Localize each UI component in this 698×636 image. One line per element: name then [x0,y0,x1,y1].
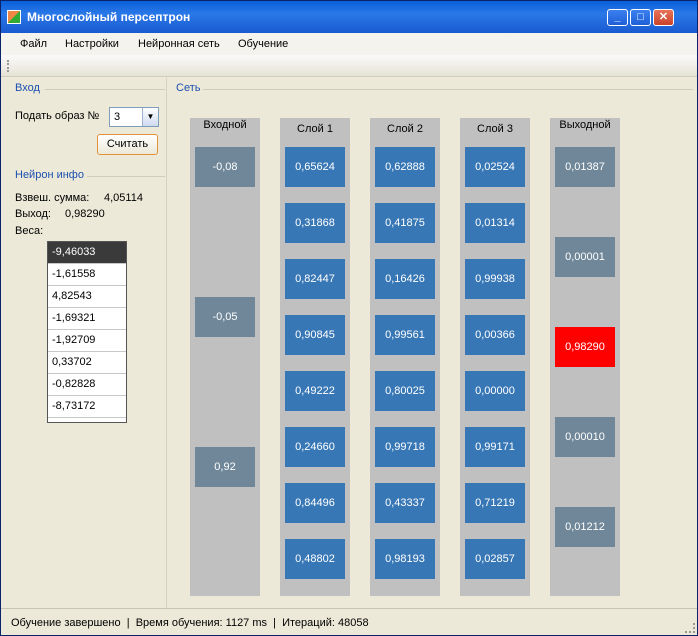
minimize-button[interactable]: _ [607,9,628,26]
weighted-sum-value: 4,05114 [104,192,143,204]
weight-cell[interactable]: 0,33702 [48,352,126,374]
layer3-neuron[interactable]: 0,01314 [465,203,525,243]
output-layer-header: Выходной [559,119,611,131]
layer2-neuron[interactable]: 0,41875 [375,203,435,243]
menu-network[interactable]: Нейронная сеть [138,38,220,50]
weighted-sum-label: Взвеш. сумма: [15,192,90,204]
neuron-info-line [87,176,165,177]
network-group-title: Сеть [176,82,201,94]
layer1-neuron[interactable]: 0,31868 [285,203,345,243]
layer2-neuron[interactable]: 0,80025 [375,371,435,411]
pattern-select[interactable]: 3 ▼ [109,107,159,127]
layer3-neuron[interactable]: 0,00366 [465,315,525,355]
layer3-header: Слой 3 [477,123,513,135]
input-group-line [45,89,165,90]
menu-bar: Файл Настройки Нейронная сеть Обучение [1,33,697,55]
layer1-neuron[interactable]: 0,24660 [285,427,345,467]
network-group-line [203,89,693,90]
layer1-column [280,118,350,596]
layer1-neuron[interactable]: 0,49222 [285,371,345,411]
weight-cell[interactable]: -0,82828 [48,374,126,396]
weight-cell[interactable]: -1,92709 [48,330,126,352]
layer2-neuron[interactable]: 0,43337 [375,483,435,523]
neuron-info-title: Нейрон инфо [15,169,84,181]
layer1-neuron[interactable]: 0,65624 [285,147,345,187]
status-bar: Обучение завершено | Время обучения: 112… [1,608,697,635]
layer2-neuron[interactable]: 0,99718 [375,427,435,467]
output-neuron[interactable]: 0,00010 [555,417,615,457]
layer3-neuron[interactable]: 0,00000 [465,371,525,411]
toolstrip-grip-icon[interactable] [7,60,10,72]
layer1-neuron[interactable]: 0,90845 [285,315,345,355]
weight-cell[interactable]: -1,69321 [48,308,126,330]
status-text: Обучение завершено | Время обучения: 112… [11,617,369,629]
layer2-header: Слой 2 [387,123,423,135]
chevron-down-icon[interactable]: ▼ [142,108,158,126]
weight-cell[interactable]: -1,61558 [48,264,126,286]
close-button[interactable]: ✕ [653,9,674,26]
weight-cell[interactable]: -9,46033 [48,242,126,264]
layer2-neuron[interactable]: 0,16426 [375,259,435,299]
layer2-neuron[interactable]: 0,99561 [375,315,435,355]
input-layer-column [190,118,260,596]
layer2-neuron[interactable]: 0,62888 [375,147,435,187]
input-neuron[interactable]: 0,92 [195,447,255,487]
window-title: Многослойный персептрон [27,10,191,24]
layer2-column [370,118,440,596]
layer3-neuron[interactable]: 0,99938 [465,259,525,299]
layer3-column [460,118,530,596]
input-neuron[interactable]: -0,08 [195,147,255,187]
toolstrip [1,55,697,77]
weights-list[interactable]: -9,46033 -1,61558 4,82543 -1,69321 -1,92… [47,241,127,423]
menu-file[interactable]: Файл [20,38,47,50]
maximize-button[interactable]: □ [630,9,651,26]
weights-label: Веса: [15,225,44,237]
app-icon [7,10,21,24]
input-group-title: Вход [15,82,40,94]
output-neuron[interactable]: 0,01387 [555,147,615,187]
menu-settings[interactable]: Настройки [65,38,119,50]
weight-cell[interactable]: 4,82543 [48,286,126,308]
splitter[interactable] [166,78,168,608]
layer1-neuron[interactable]: 0,82447 [285,259,345,299]
layer3-neuron[interactable]: 0,99171 [465,427,525,467]
resize-grip-icon[interactable] [685,623,695,633]
output-neuron[interactable]: 0,00001 [555,237,615,277]
input-layer-header: Входной [203,119,247,131]
layer3-neuron[interactable]: 0,02857 [465,539,525,579]
submit-pattern-label: Подать образ № [15,110,100,122]
output-label: Выход: [15,208,51,220]
layer3-neuron[interactable]: 0,02524 [465,147,525,187]
layer1-neuron[interactable]: 0,84496 [285,483,345,523]
output-neuron[interactable]: 0,01212 [555,507,615,547]
layer3-neuron[interactable]: 0,71219 [465,483,525,523]
title-bar[interactable]: Многослойный персептрон _ □ ✕ [1,1,697,33]
layer1-neuron[interactable]: 0,48802 [285,539,345,579]
weight-cell[interactable]: -8,73172 [48,396,126,418]
read-button[interactable]: Считать [97,134,158,155]
layer1-header: Слой 1 [297,123,333,135]
output-neuron-active[interactable]: 0,98290 [555,327,615,367]
layer2-neuron[interactable]: 0,98193 [375,539,435,579]
input-neuron[interactable]: -0,05 [195,297,255,337]
output-value: 0,98290 [65,208,105,220]
menu-training[interactable]: Обучение [238,38,288,50]
pattern-select-value: 3 [114,111,121,123]
main-window: Многослойный персептрон _ □ ✕ Файл Настр… [0,0,698,636]
